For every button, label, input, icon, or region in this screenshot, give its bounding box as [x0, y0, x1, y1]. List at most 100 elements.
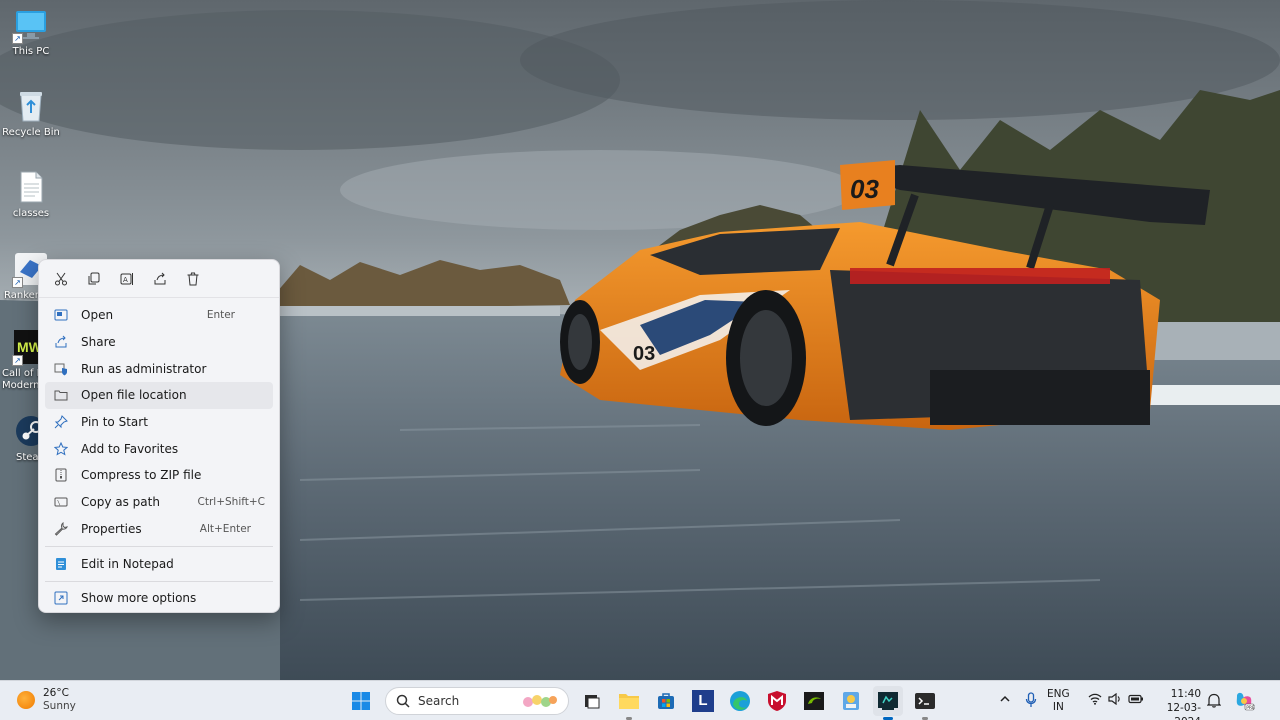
quick-settings-button[interactable] — [1088, 693, 1144, 705]
monitor-icon: ↗ — [12, 8, 48, 44]
region-code: IN — [1052, 701, 1064, 713]
store-button[interactable] — [651, 686, 681, 716]
open-icon — [53, 307, 69, 323]
menu-item-open-file-location[interactable]: Open file location — [45, 382, 273, 409]
chevron-up-icon — [1000, 695, 1010, 702]
clock-date: 12-03-2024 — [1166, 702, 1201, 720]
task-view-button[interactable] — [577, 686, 607, 716]
copy-button[interactable] — [84, 269, 104, 289]
shortcut-arrow-icon: ↗ — [12, 277, 23, 288]
context-menu-toolbar: A — [39, 260, 279, 298]
edge-button[interactable] — [725, 686, 755, 716]
mcafee-button[interactable] — [762, 686, 792, 716]
menu-item-label: Compress to ZIP file — [81, 468, 202, 483]
menu-item-edit-in-notepad[interactable]: Edit in Notepad — [45, 550, 273, 577]
file-explorer-button[interactable] — [614, 686, 644, 720]
menu-item-share[interactable]: Share — [45, 329, 273, 356]
shortcut-arrow-icon: ↗ — [12, 355, 23, 366]
menu-item-label: Open file location — [81, 388, 187, 403]
desktop-icon-label: classes — [12, 208, 50, 219]
l-app-button[interactable]: L — [688, 686, 718, 716]
desktop-icon-classes[interactable]: classes — [0, 170, 62, 219]
menu-item-run-as-admin[interactable]: Run as administrator — [45, 355, 273, 382]
menu-item-add-to-favorites[interactable]: Add to Favorites — [45, 435, 273, 462]
menu-item-label: Show more options — [81, 591, 197, 606]
search-icon — [396, 694, 410, 708]
mcafee-icon — [768, 691, 786, 711]
text-file-icon — [14, 170, 48, 204]
rename-button[interactable]: A — [117, 269, 137, 289]
cut-button[interactable] — [51, 269, 71, 289]
menu-item-label: Open — [81, 308, 114, 323]
zip-icon — [53, 467, 69, 483]
paint-icon — [843, 692, 859, 710]
language-code: ENG — [1047, 688, 1070, 700]
menu-item-properties[interactable]: Properties Alt+Enter — [45, 516, 273, 543]
path-icon: \_ — [53, 494, 69, 510]
desktop-icon-label: Recycle Bin — [2, 127, 60, 138]
copilot-icon: PRE — [1236, 692, 1255, 711]
language-indicator[interactable]: ENG IN — [1047, 688, 1070, 714]
clock-time: 11:40 — [1170, 688, 1201, 700]
shortcut-arrow-icon: ↗ — [12, 33, 23, 44]
menu-item-pin-to-start[interactable]: Pin to Start — [45, 409, 273, 436]
battery-icon — [1128, 694, 1143, 704]
notepad-icon — [53, 556, 69, 572]
menu-item-label: Properties — [81, 521, 142, 536]
windows-logo-icon — [352, 692, 370, 710]
menu-item-compress-zip[interactable]: Compress to ZIP file — [45, 462, 273, 489]
trash-icon — [187, 272, 199, 285]
context-menu: A Open Enter Share Run as administrator … — [38, 259, 280, 613]
menu-item-label: Edit in Notepad — [81, 556, 174, 571]
app-icon — [878, 692, 898, 710]
copy-icon — [88, 272, 100, 284]
svg-text:03: 03 — [850, 174, 879, 204]
active-app-button[interactable] — [873, 686, 903, 720]
delete-button[interactable] — [183, 269, 203, 289]
menu-separator — [45, 546, 273, 548]
svg-text:PRE: PRE — [1246, 705, 1255, 711]
weather-temperature: 26°C — [43, 687, 69, 699]
sun-icon — [17, 691, 35, 709]
menu-item-label: Share — [81, 335, 116, 350]
nvidia-icon — [804, 692, 824, 710]
menu-item-label: Run as administrator — [81, 361, 207, 376]
taskbar-search-box[interactable]: Search — [385, 687, 569, 715]
show-hidden-icons-button[interactable] — [999, 693, 1011, 708]
clock[interactable]: 11:40 12-03-2024 — [1147, 687, 1201, 720]
weather-condition: Sunny — [43, 700, 76, 712]
menu-separator — [45, 580, 273, 582]
wrench-icon — [53, 521, 69, 537]
menu-item-label: Pin to Start — [81, 415, 148, 430]
menu-item-show-more-options[interactable]: Show more options — [45, 585, 273, 612]
menu-item-label: Add to Favorites — [81, 441, 179, 456]
scissors-icon — [55, 272, 67, 285]
menu-item-open[interactable]: Open Enter — [45, 302, 273, 329]
l-app-icon: L — [692, 690, 714, 712]
weather-widget[interactable]: 26°C Sunny — [17, 687, 76, 713]
menu-item-copy-as-path[interactable]: \_ Copy as path Ctrl+Shift+C — [45, 489, 273, 516]
copilot-button[interactable]: PRE — [1233, 690, 1255, 715]
start-button[interactable] — [346, 686, 376, 716]
nvidia-button[interactable] — [799, 686, 829, 716]
pin-icon — [53, 414, 69, 430]
terminal-icon — [915, 693, 935, 709]
share-icon — [154, 272, 166, 284]
more-options-icon — [53, 590, 69, 606]
menu-item-label: Copy as path — [81, 495, 160, 510]
terminal-button[interactable] — [910, 686, 940, 720]
share-icon — [53, 334, 69, 350]
desktop-icon-recycle-bin[interactable]: Recycle Bin — [0, 89, 62, 138]
system-tray: ENG IN 11:40 12-03-2024 PRE — [990, 681, 1280, 720]
notifications-button[interactable] — [1206, 693, 1222, 711]
svg-text:A: A — [123, 276, 128, 284]
recycle-bin-icon — [14, 89, 48, 123]
desktop-icon-this-pc[interactable]: ↗ This PC — [0, 8, 62, 57]
microphone-button[interactable] — [1025, 692, 1037, 711]
desktop-icon-label: This PC — [12, 46, 50, 57]
share-button[interactable] — [150, 269, 170, 289]
bell-icon — [1206, 693, 1222, 708]
paint-button[interactable] — [836, 686, 866, 716]
taskbar-apps: Search L — [346, 686, 947, 720]
taskbar: 26°C Sunny Search L ENG IN 11:40 12-03- … — [0, 680, 1280, 720]
